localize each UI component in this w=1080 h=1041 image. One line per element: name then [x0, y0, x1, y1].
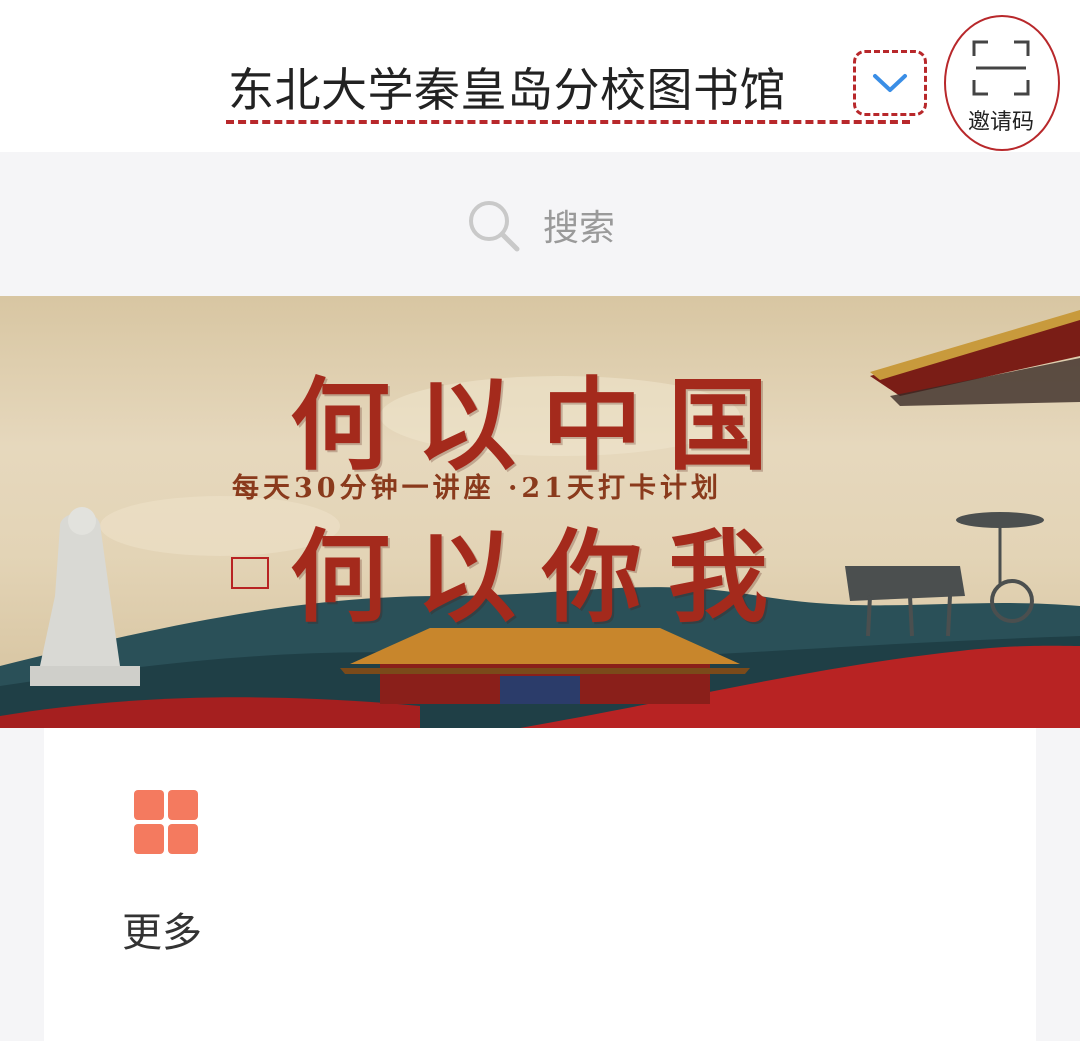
top-header: 东北大学秦皇岛分校图书馆 邀请码 — [0, 0, 1080, 152]
library-name[interactable]: 东北大学秦皇岛分校图书馆 — [228, 58, 786, 122]
search-placeholder: 搜索 — [542, 208, 615, 249]
library-switch-button[interactable] — [853, 50, 927, 116]
more-link[interactable]: 更多 — [122, 900, 202, 958]
title-annotation-underline — [226, 120, 910, 124]
search-input[interactable]: 搜索 — [44, 190, 1036, 260]
quick-links-card — [44, 728, 1036, 1041]
invite-code-label[interactable]: 邀请码 — [962, 104, 1040, 136]
chevron-down-icon — [873, 74, 907, 92]
grid-icon[interactable] — [134, 790, 198, 854]
banner-title-secondary: 何以你我 — [290, 518, 794, 636]
promo-banner[interactable]: 何以中国 每天30分钟一讲座 ·21天打卡计划 何以你我 — [0, 296, 1080, 728]
scan-icon[interactable] — [972, 40, 1030, 96]
search-icon — [468, 201, 520, 252]
